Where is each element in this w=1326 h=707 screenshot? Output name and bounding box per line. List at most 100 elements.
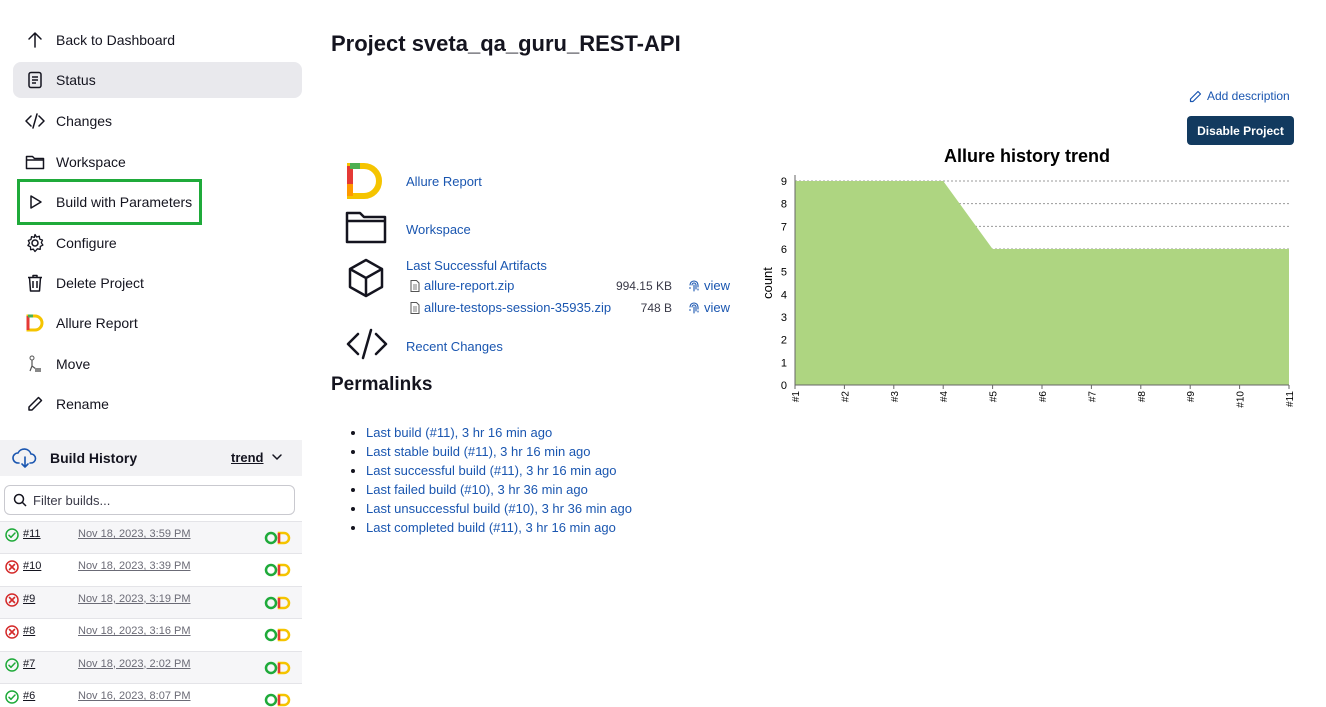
permalink-link[interactable]: Last successful build (#11), 3 hr 16 min…	[366, 463, 617, 478]
permalink-link[interactable]: Last unsuccessful build (#10), 3 hr 36 m…	[366, 501, 632, 516]
nav-rename[interactable]: Rename	[13, 386, 302, 422]
artifact-size: 994.15 KB	[615, 279, 672, 293]
code-icon	[23, 109, 47, 133]
build-number-link[interactable]: #8	[23, 625, 35, 637]
recent-changes-link[interactable]: Recent Changes	[406, 339, 503, 354]
allure-trend-chart[interactable]: Allure history trend 0 1 2 3 4 5 6 7 8 9 #1 #2 #3 #4 #5…	[755, 140, 1300, 420]
filter-builds-input[interactable]	[33, 492, 283, 508]
permalink-item: Last failed build (#10), 3 hr 36 min ago	[366, 481, 632, 500]
y-tick-label: 6	[781, 244, 787, 256]
build-number-link[interactable]: #6	[23, 690, 35, 702]
x-tick-label: #3	[890, 391, 901, 403]
nav-label: Configure	[56, 235, 117, 251]
allure-report-badge-icon[interactable]	[264, 596, 292, 610]
x-tick-label: #6	[1038, 391, 1049, 403]
y-tick-label: 4	[781, 289, 787, 301]
permalinks-title: Permalinks	[331, 374, 433, 395]
permalink-link[interactable]: Last failed build (#10), 3 hr 36 min ago	[366, 482, 588, 497]
build-history-title: Build History	[50, 450, 138, 466]
y-axis-label: count	[760, 267, 775, 299]
y-tick-label: 5	[781, 267, 787, 279]
pencil-icon	[23, 392, 47, 416]
permalink-item: Last stable build (#11), 3 hr 16 min ago	[366, 443, 632, 462]
allure-report-badge-icon[interactable]	[264, 693, 292, 707]
build-date-link[interactable]: Nov 18, 2023, 3:16 PM	[78, 625, 191, 637]
permalink-link[interactable]: Last completed build (#11), 3 hr 16 min …	[366, 520, 616, 535]
build-row[interactable]: #10 Nov 18, 2023, 3:39 PM	[0, 553, 302, 585]
permalink-item: Last unsuccessful build (#10), 3 hr 36 m…	[366, 500, 632, 519]
nav-label: Status	[56, 72, 96, 88]
nav-label: Workspace	[56, 154, 126, 170]
nav-back-to-dashboard[interactable]: Back to Dashboard	[13, 22, 302, 58]
fingerprint-icon	[689, 302, 699, 314]
x-tick-label: #8	[1137, 391, 1148, 403]
last-artifacts-link[interactable]: Last Successful Artifacts	[406, 258, 547, 273]
build-row[interactable]: #9 Nov 18, 2023, 3:19 PM	[0, 585, 302, 618]
y-tick-label: 7	[781, 221, 787, 233]
add-description-link[interactable]: Add description	[1189, 89, 1290, 103]
build-date-link[interactable]: Nov 18, 2023, 2:02 PM	[78, 658, 191, 670]
document-icon	[23, 68, 47, 92]
x-tick-label: #9	[1186, 391, 1197, 403]
nav-changes[interactable]: Changes	[13, 103, 302, 139]
x-tick-label: #4	[939, 391, 950, 403]
move-icon	[23, 352, 47, 376]
permalink-link[interactable]: Last build (#11), 3 hr 16 min ago	[366, 425, 552, 440]
artifact-link[interactable]: allure-testops-session-35935.zip	[424, 300, 611, 315]
build-date-link[interactable]: Nov 18, 2023, 3:59 PM	[78, 528, 191, 540]
build-number-link[interactable]: #9	[23, 593, 35, 605]
nav-label: Allure Report	[56, 315, 138, 331]
build-number-link[interactable]: #11	[23, 528, 41, 540]
add-description-label: Add description	[1207, 89, 1290, 103]
allure-report-badge-icon[interactable]	[264, 563, 292, 577]
sidebar: Back to Dashboard Status Changes Workspa…	[0, 0, 310, 707]
nav-status[interactable]: Status	[13, 62, 302, 98]
allure-report-badge-icon[interactable]	[264, 628, 292, 642]
build-row[interactable]: #6 Nov 16, 2023, 8:07 PM	[0, 683, 302, 707]
x-tick-label: #5	[989, 391, 1000, 403]
y-tick-label: 1	[781, 357, 787, 369]
artifact-view-link[interactable]: view	[688, 300, 730, 315]
build-date-link[interactable]: Nov 18, 2023, 3:19 PM	[78, 593, 191, 605]
permalink-item: Last build (#11), 3 hr 16 min ago	[366, 424, 632, 443]
build-row[interactable]: #8 Nov 18, 2023, 3:16 PM	[0, 618, 302, 650]
build-history-header: Build History trend	[0, 440, 302, 476]
artifact-view-link[interactable]: view	[688, 278, 730, 293]
build-row[interactable]: #7 Nov 18, 2023, 2:02 PM	[0, 650, 302, 683]
nav-label: Move	[56, 356, 91, 372]
chevron-down-icon[interactable]	[270, 450, 284, 467]
highlight-frame	[17, 179, 202, 225]
nav-workspace[interactable]: Workspace	[13, 144, 302, 180]
view-label: view	[704, 278, 731, 293]
x-tick-label: #2	[840, 391, 851, 403]
allure-report-badge-icon[interactable]	[264, 661, 292, 675]
chart-title: Allure history trend	[944, 146, 1110, 166]
y-tick-label: 9	[781, 176, 787, 188]
nav-configure[interactable]: Configure	[13, 225, 302, 261]
x-tick-label: #1	[791, 391, 802, 403]
nav-delete-project[interactable]: Delete Project	[13, 265, 302, 301]
cloud-icon	[12, 446, 38, 470]
y-tick-label: 3	[781, 312, 787, 324]
allure-report-link[interactable]: Allure Report	[406, 174, 482, 189]
trend-link[interactable]: trend	[231, 450, 264, 465]
build-date-link[interactable]: Nov 16, 2023, 8:07 PM	[78, 690, 191, 702]
workspace-link[interactable]: Workspace	[406, 222, 471, 237]
artifact-row: allure-testops-session-35935.zip	[410, 300, 611, 315]
filter-builds-field[interactable]	[4, 485, 295, 515]
build-date-link[interactable]: Nov 18, 2023, 3:39 PM	[78, 560, 191, 572]
check-circle-icon	[5, 528, 19, 542]
build-row[interactable]: #11 Nov 18, 2023, 3:59 PM	[0, 521, 302, 553]
build-number-link[interactable]: #7	[23, 658, 35, 670]
allure-icon	[346, 162, 386, 203]
permalink-link[interactable]: Last stable build (#11), 3 hr 16 min ago	[366, 444, 591, 459]
folder-icon	[23, 150, 47, 174]
allure-report-badge-icon[interactable]	[264, 531, 292, 545]
permalink-item: Last successful build (#11), 3 hr 16 min…	[366, 462, 632, 481]
build-number-link[interactable]: #10	[23, 560, 41, 572]
nav-allure-report[interactable]: Allure Report	[13, 305, 302, 341]
artifact-link[interactable]: allure-report.zip	[424, 278, 514, 293]
allure-icon	[23, 311, 47, 335]
nav-move[interactable]: Move	[13, 346, 302, 382]
artifact-size: 748 B	[640, 301, 672, 315]
